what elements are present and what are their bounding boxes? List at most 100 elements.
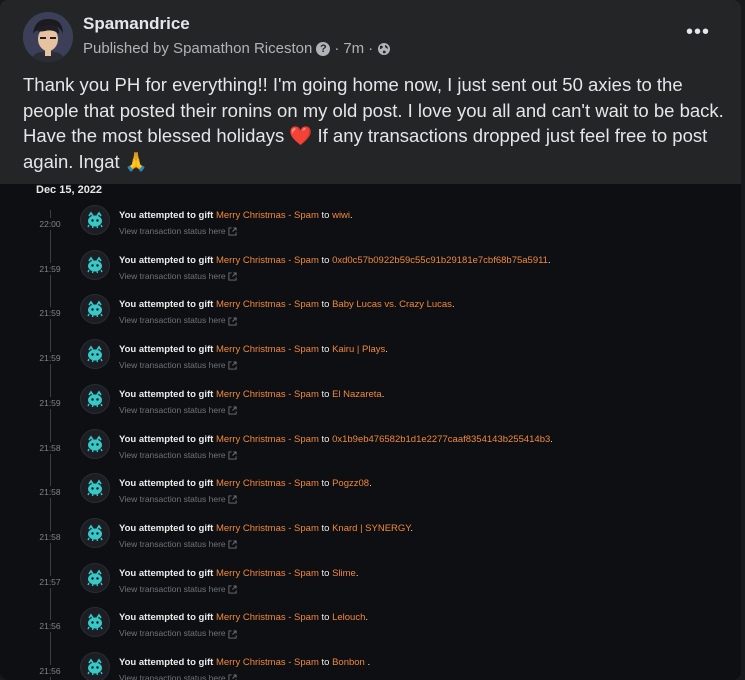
sentence-end: . (350, 210, 353, 221)
to-label: to (318, 522, 333, 534)
view-status-link[interactable]: View transaction status here (119, 494, 237, 504)
axie-icon (80, 205, 110, 235)
recipient-link[interactable]: Slime (332, 568, 356, 579)
avatar[interactable] (23, 12, 73, 62)
transaction-row: 21:56 You attempted to gift Merry Christm… (0, 607, 741, 664)
recipient-link[interactable]: Pogzz08 (332, 478, 369, 489)
gift-item-link[interactable]: Merry Christmas - Spam (216, 344, 319, 355)
axie-icon (80, 473, 110, 504)
gift-item-link[interactable]: Merry Christmas - Spam (216, 434, 319, 445)
to-label: to (318, 388, 333, 400)
transaction-time: 21:59 (30, 352, 70, 365)
transaction-message: You attempted to gift Merry Christmas - … (119, 612, 368, 623)
gift-item-link[interactable]: Merry Christmas - Spam (216, 523, 319, 534)
gift-item-link[interactable]: Merry Christmas - Spam (216, 255, 319, 266)
transaction-message: You attempted to gift Merry Christmas - … (119, 478, 372, 489)
globe-icon (378, 42, 391, 55)
attempt-prefix: You attempted to gift (119, 478, 216, 490)
external-link-icon (228, 317, 237, 326)
post-timestamp[interactable]: 7m (343, 40, 364, 57)
gift-item-link[interactable]: Merry Christmas - Spam (216, 612, 319, 623)
view-status-link[interactable]: View transaction status here (119, 539, 237, 549)
feed-date: Dec 15, 2022 (36, 184, 103, 196)
transaction-time: 21:58 (30, 486, 70, 499)
axie-icon (80, 517, 110, 548)
sentence-end: . (547, 254, 551, 266)
to-label: to (318, 299, 333, 311)
view-status-link[interactable]: View transaction status here (119, 360, 237, 370)
view-status-link[interactable]: View transaction status here (119, 315, 237, 325)
view-status-link[interactable]: View transaction status here (119, 226, 237, 236)
attempt-prefix: You attempted to gift (119, 433, 216, 445)
to-label: to (318, 657, 333, 668)
gift-item-link[interactable]: Merry Christmas - Spam (216, 657, 319, 668)
sentence-end: . (355, 567, 359, 579)
transaction-time: 21:59 (30, 396, 70, 409)
view-status-label: View transaction status here (119, 270, 228, 281)
view-status-label: View transaction status here (119, 449, 228, 460)
gift-item-link[interactable]: Merry Christmas - Spam (216, 299, 319, 310)
to-label: to (318, 612, 333, 624)
transaction-time: 21:58 (30, 441, 70, 454)
published-by-label[interactable]: Published by Spamathon Riceston (83, 40, 312, 57)
external-link-icon (228, 629, 237, 639)
external-link-icon (228, 495, 237, 504)
sentence-end: . (451, 299, 455, 311)
gift-item-link[interactable]: Merry Christmas - Spam (216, 389, 319, 400)
sentence-end: . (385, 344, 388, 356)
sentence-end: . (364, 657, 371, 668)
post-body-text: Thank you PH for everything!! I'm going … (23, 74, 724, 172)
recipient-link[interactable]: 0x1b9eb476582b1d1e2277caaf8354143b255414… (332, 434, 550, 445)
transaction-message: You attempted to gift Merry Christmas - … (119, 389, 384, 400)
view-status-link[interactable]: View transaction status here (119, 673, 237, 680)
recipient-link[interactable]: Lelouch (332, 612, 365, 623)
view-status-link[interactable]: View transaction status here (119, 450, 237, 460)
recipient-link[interactable]: Knard | SYNERGY (332, 523, 410, 534)
axie-icon (80, 249, 110, 280)
attempt-prefix: You attempted to gift (119, 344, 216, 356)
recipient-link[interactable]: 0xd0c57b0922b59c55c91b29181e7cbf68b75a59… (332, 255, 548, 266)
transaction-row: 21:56 You attempted to gift Merry Christm… (0, 652, 741, 680)
sentence-end: . (550, 433, 553, 445)
recipient-link[interactable]: wiwi (332, 210, 350, 221)
view-status-link[interactable]: View transaction status here (119, 405, 237, 415)
axie-icon (80, 607, 110, 638)
attempt-prefix: You attempted to gift (119, 299, 216, 311)
recipient-link[interactable]: Kairu | Plays (332, 344, 385, 355)
axie-icon (80, 339, 110, 370)
transaction-message: You attempted to gift Merry Christmas - … (119, 523, 413, 534)
to-label: to (318, 210, 333, 221)
view-status-label: View transaction status here (119, 360, 228, 371)
recipient-link[interactable]: Baby Lucas vs. Crazy Lucas (332, 299, 452, 310)
attempt-prefix: You attempted to gift (119, 522, 216, 534)
author-name[interactable]: Spamandrice (83, 14, 190, 34)
attempt-prefix: You attempted to gift (119, 657, 216, 668)
more-options-button[interactable]: ••• (678, 22, 718, 46)
view-status-label: View transaction status here (119, 226, 228, 236)
recipient-link[interactable]: El Nazareta (332, 389, 382, 400)
view-status-label: View transaction status here (119, 628, 228, 639)
external-link-icon (228, 361, 237, 370)
transaction-message: You attempted to gift Merry Christmas - … (119, 255, 551, 266)
gift-item-link[interactable]: Merry Christmas - Spam (216, 478, 319, 489)
transaction-time: 22:00 (30, 218, 70, 230)
transaction-message: You attempted to gift Merry Christmas - … (119, 344, 388, 355)
axie-icon (80, 562, 110, 593)
transaction-time: 21:59 (30, 262, 70, 275)
to-label: to (318, 478, 333, 490)
view-status-link[interactable]: View transaction status here (119, 271, 237, 281)
axie-icon (80, 428, 110, 459)
avatar-image (23, 12, 73, 62)
recipient-link[interactable]: Bonbon (332, 657, 365, 668)
help-icon[interactable]: ? (316, 41, 331, 56)
transaction-time: 21:56 (30, 620, 70, 633)
view-status-link[interactable]: View transaction status here (119, 584, 237, 594)
external-link-icon (228, 451, 237, 460)
transaction-message: You attempted to gift Merry Christmas - … (119, 657, 370, 668)
gift-item-link[interactable]: Merry Christmas - Spam (216, 568, 319, 579)
gift-item-link[interactable]: Merry Christmas - Spam (216, 210, 319, 221)
sentence-end: . (410, 522, 414, 534)
transaction-message: You attempted to gift Merry Christmas - … (119, 568, 358, 579)
view-status-link[interactable]: View transaction status here (119, 628, 237, 638)
view-status-label: View transaction status here (119, 538, 228, 549)
